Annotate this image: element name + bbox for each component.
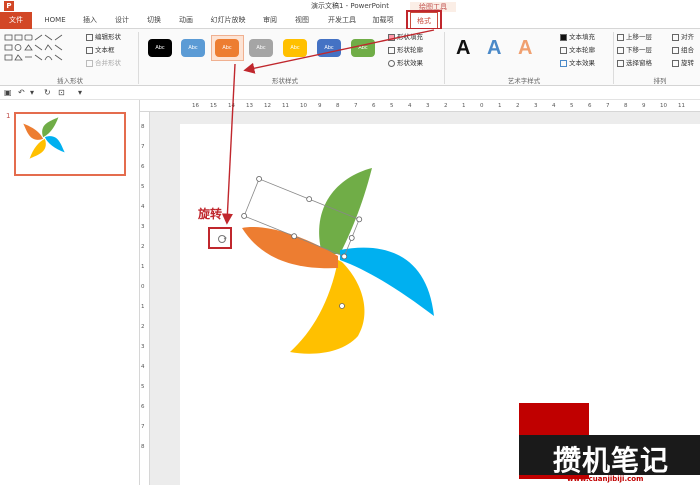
watermark-logo: 攒机笔记 www.cuanjibiji.com: [519, 403, 700, 485]
pinwheel-blade-yellow[interactable]: [290, 260, 365, 354]
rotate-annotation-label: 旋转: [198, 207, 223, 221]
pinwheel-blade-green[interactable]: [319, 168, 372, 254]
watermark-brand: 攒机笔记: [553, 444, 670, 477]
powerpoint-window: { "titlebar": { "logo": "P", "title": "演…: [0, 0, 700, 485]
rotate-annotation-box: [208, 227, 232, 249]
watermark-url: www.cuanjibiji.com: [567, 475, 644, 483]
arrow-to-style: [243, 29, 435, 74]
arrow-to-rotate: [221, 63, 236, 225]
